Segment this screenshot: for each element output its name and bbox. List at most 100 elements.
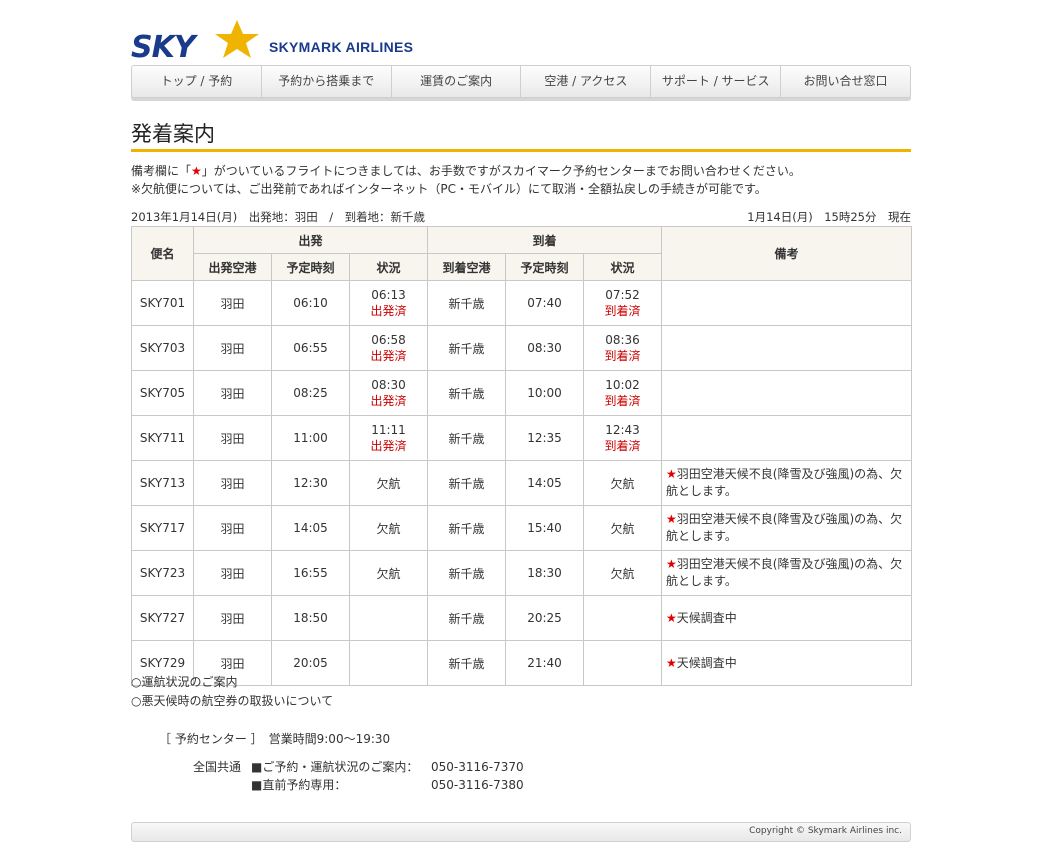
arr-airport-cell: 新千歳 bbox=[427, 415, 507, 461]
dep-airport-cell: 羽田 bbox=[193, 280, 272, 326]
arr-time-cell: 08:30 bbox=[505, 325, 585, 371]
dep-status-label: 出発済 bbox=[370, 348, 407, 363]
arr-status-cell: 10:02 到着済 bbox=[583, 370, 663, 416]
star-mark: ★ bbox=[191, 164, 202, 178]
remarks-cell bbox=[661, 370, 913, 416]
arr-actual-time: 08:36 bbox=[605, 332, 640, 347]
footer-bar: Copyright © Skymark Airlines inc. bbox=[131, 822, 911, 842]
remarks-cell: ★天候調査中 bbox=[661, 595, 913, 641]
arr-status-label: 到着済 bbox=[604, 348, 641, 363]
nav-top-reservation[interactable]: トップ / 予約 bbox=[132, 66, 262, 97]
table-row: SKY701 羽田 06:10 06:13 出発済 新千歳 07:40 07:52 到着済 bbox=[131, 280, 913, 326]
header-dep-time: 予定時刻 bbox=[271, 253, 350, 281]
header-arrival: 到着 bbox=[427, 226, 663, 254]
arr-airport-cell: 新千歳 bbox=[427, 325, 507, 371]
logo-sky-text: SKY bbox=[131, 30, 196, 65]
arr-status-cell bbox=[583, 595, 663, 641]
flight-number-cell: SKY723 bbox=[131, 550, 194, 596]
header-departure: 出発 bbox=[192, 226, 429, 254]
flight-number-cell: SKY701 bbox=[131, 280, 194, 326]
dep-status-cell bbox=[348, 595, 429, 641]
arr-airport-cell: 新千歳 bbox=[427, 640, 507, 686]
dep-airport-cell: 羽田 bbox=[193, 460, 272, 506]
remark-text: 天候調査中 bbox=[676, 610, 737, 625]
flight-number-cell: SKY705 bbox=[131, 370, 194, 416]
dep-status-cell: 欠航 bbox=[348, 550, 429, 596]
flight-number-cell: SKY711 bbox=[131, 415, 194, 461]
dep-time-cell: 06:55 bbox=[271, 325, 350, 371]
header-arr-time: 予定時刻 bbox=[505, 253, 585, 281]
dep-actual-time: 06:13 bbox=[371, 287, 406, 302]
table-row: SKY723 羽田 16:55 欠航 新千歳 18:30 欠航 ★羽田空港天候不良(降雪及び強… bbox=[131, 550, 913, 596]
phone-number: 050-3116-7380 bbox=[431, 778, 524, 792]
skymark-logo[interactable]: SKY SKYMARK AIRLINES bbox=[131, 18, 431, 65]
nav-contact[interactable]: お問い合せ窓口 bbox=[781, 66, 910, 97]
nav-airport-access[interactable]: 空港 / アクセス bbox=[521, 66, 652, 97]
remarks-cell: ★羽田空港天候不良(降雪及び強風)の為、欠航とします。 bbox=[661, 550, 913, 596]
phone-row: ■直前予約専用： 050-3116-7380 bbox=[193, 776, 524, 794]
arr-airport-cell: 新千歳 bbox=[427, 370, 507, 416]
flight-status-table: 便名 出発 到着 備考 出発空港 予定時刻 状況 到着空港 予定時刻 状況 SK… bbox=[131, 226, 913, 686]
dep-status-cell: 欠航 bbox=[348, 460, 429, 506]
remarks-cell bbox=[661, 280, 913, 326]
dep-time-cell: 14:05 bbox=[271, 505, 350, 551]
table-row: SKY711 羽田 11:00 11:11 出発済 新千歳 12:35 12:43 到着済 bbox=[131, 415, 913, 461]
dep-status-label: 出発済 bbox=[370, 303, 407, 318]
dep-status-cell bbox=[348, 640, 429, 686]
arr-airport-cell: 新千歳 bbox=[427, 505, 507, 551]
dep-airport-cell: 羽田 bbox=[193, 325, 272, 371]
updated-time: 1月14日(月) 15時25分 現在 bbox=[747, 210, 911, 224]
dep-actual-time: 06:58 bbox=[371, 332, 406, 347]
header-arr-status: 状況 bbox=[583, 253, 663, 281]
dep-status-label: 出発済 bbox=[370, 393, 407, 408]
notice-text: 備考欄に「★」がついているフライトにつきましては、お手数ですがスカイマーク予約セ… bbox=[131, 162, 801, 198]
arr-time-cell: 10:00 bbox=[505, 370, 585, 416]
dep-time-cell: 06:10 bbox=[271, 280, 350, 326]
nav-support-service[interactable]: サポート / サービス bbox=[651, 66, 782, 97]
remark-text: 羽田空港天候不良(降雪及び強風)の為、欠航とします。 bbox=[666, 467, 903, 498]
phone-row: 全国共通 ■ご予約・運航状況のご案内： 050-3116-7370 bbox=[193, 758, 524, 776]
remarks-cell: ★羽田空港天候不良(降雪及び強風)の為、欠航とします。 bbox=[661, 505, 913, 551]
arr-status-label: 到着済 bbox=[604, 303, 641, 318]
arr-actual-time: 07:52 bbox=[605, 287, 640, 302]
dep-actual-time: 08:30 bbox=[371, 377, 406, 392]
header-dep-airport: 出発空港 bbox=[193, 253, 272, 281]
dep-airport-cell: 羽田 bbox=[193, 550, 272, 596]
remarks-cell: ★羽田空港天候不良(降雪及び強風)の為、欠航とします。 bbox=[661, 460, 913, 506]
dep-status-cell: 06:13 出発済 bbox=[348, 280, 429, 326]
arr-airport-cell: 新千歳 bbox=[427, 280, 507, 326]
header-remarks: 備考 bbox=[661, 226, 913, 281]
arr-airport-cell: 新千歳 bbox=[427, 595, 507, 641]
arr-time-cell: 21:40 bbox=[505, 640, 585, 686]
dep-status-cell: 08:30 出発済 bbox=[348, 370, 429, 416]
arr-airport-cell: 新千歳 bbox=[427, 550, 507, 596]
flight-number-cell: SKY727 bbox=[131, 595, 194, 641]
star-mark: ★ bbox=[666, 610, 677, 625]
header-flight: 便名 bbox=[131, 226, 194, 281]
arr-actual-time: 10:02 bbox=[605, 377, 640, 392]
arr-time-cell: 12:35 bbox=[505, 415, 585, 461]
arr-status-cell bbox=[583, 640, 663, 686]
search-conditions: 2013年1月14日(月) 出発地：羽田 / 到着地：新千歳 bbox=[131, 210, 426, 224]
star-mark: ★ bbox=[666, 512, 677, 526]
header-dep-status: 状況 bbox=[348, 253, 429, 281]
table-row: SKY705 羽田 08:25 08:30 出発済 新千歳 10:00 10:02 到着済 bbox=[131, 370, 913, 416]
dep-airport-cell: 羽田 bbox=[193, 595, 272, 641]
arr-status-cell: 08:36 到着済 bbox=[583, 325, 663, 371]
remark-text: 羽田空港天候不良(降雪及び強風)の為、欠航とします。 bbox=[666, 557, 903, 588]
arr-status-cell: 07:52 到着済 bbox=[583, 280, 663, 326]
link-bad-weather-policy[interactable]: ○悪天候時の航空券の取扱いについて bbox=[131, 692, 333, 711]
link-operation-status[interactable]: ○運航状況のご案内 bbox=[131, 673, 333, 692]
nav-booking-to-boarding[interactable]: 予約から搭乗まで bbox=[262, 66, 392, 97]
dep-status-cell: 11:11 出発済 bbox=[348, 415, 429, 461]
arr-status-cell: 欠航 bbox=[583, 460, 663, 506]
nav-fares[interactable]: 運賃のご案内 bbox=[392, 66, 522, 97]
star-mark: ★ bbox=[666, 557, 677, 571]
flight-number-cell: SKY713 bbox=[131, 460, 194, 506]
notice-line-1: 備考欄に「★」がついているフライトにつきましては、お手数ですがスカイマーク予約セ… bbox=[131, 164, 801, 178]
table-row: SKY713 羽田 12:30 欠航 新千歳 14:05 欠航 ★羽田空港天候不良(降雪及び強… bbox=[131, 460, 913, 506]
dep-time-cell: 16:55 bbox=[271, 550, 350, 596]
remarks-cell: ★天候調査中 bbox=[661, 640, 913, 686]
star-icon bbox=[215, 20, 259, 58]
arr-status-cell: 欠航 bbox=[583, 550, 663, 596]
